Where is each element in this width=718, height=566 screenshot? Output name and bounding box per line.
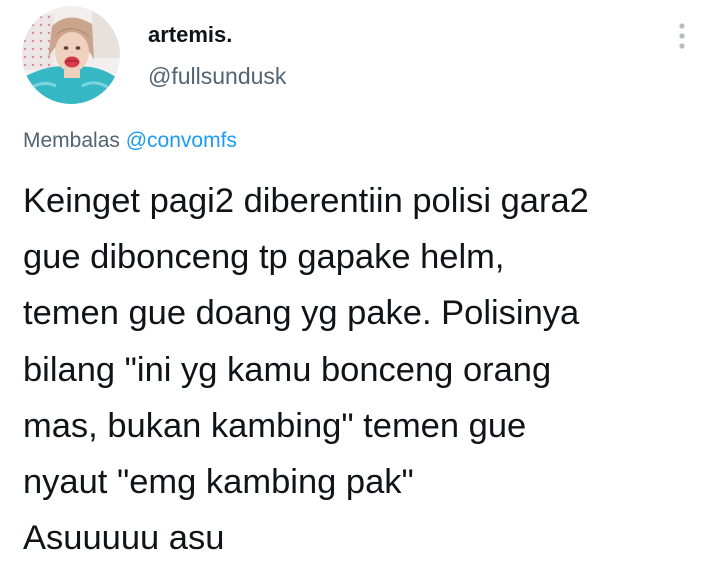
- tweet-text: Keinget pagi2 diberentiin polisi gara2 g…: [23, 173, 708, 566]
- tweet-text-line: temen gue doang yg pake. Polisinya: [23, 294, 580, 333]
- author-display-name[interactable]: artemis.: [148, 22, 232, 48]
- author-handle[interactable]: @fullsundusk: [148, 63, 286, 90]
- tweet-text-line: Keinget pagi2 diberentiin polisi gara2: [23, 182, 589, 220]
- tweet: artemis. @fullsundusk Membalas @convomfs…: [0, 0, 718, 557]
- reply-context: Membalas @convomfs: [23, 129, 237, 153]
- vertical-ellipsis-icon: [679, 23, 685, 49]
- tweet-text-line: mas, bukan kambing" temen gue: [23, 406, 527, 445]
- tweet-text-line: bilang "ini yg kamu bonceng orang: [23, 350, 552, 389]
- tweet-text-line: Asuuuuu asu: [23, 519, 225, 558]
- reply-mention-link[interactable]: @convomfs: [126, 129, 237, 152]
- profile-photo-icon: [22, 6, 120, 104]
- avatar[interactable]: [22, 6, 120, 104]
- reply-prefix: Membalas: [23, 129, 120, 152]
- tweet-text-line: nyaut "emg kambing pak": [23, 463, 414, 502]
- tweet-text-line: gue dibonceng tp gapake helm,: [23, 238, 505, 277]
- more-options-button[interactable]: [668, 18, 696, 54]
